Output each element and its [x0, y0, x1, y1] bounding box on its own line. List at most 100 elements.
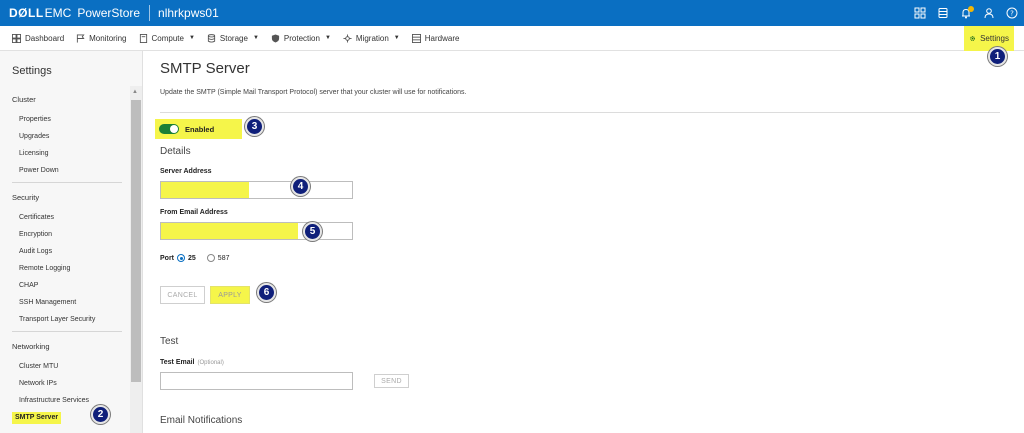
- settings-label: Settings: [980, 34, 1009, 43]
- nav-monitoring[interactable]: Monitoring: [76, 33, 127, 43]
- server-address-input[interactable]: [161, 182, 352, 198]
- sidebar-item-audit-logs[interactable]: Audit Logs: [0, 243, 130, 260]
- database-icon[interactable]: [936, 7, 949, 20]
- brand-emc-logo: EMC: [44, 6, 72, 20]
- sidebar-item-power-down[interactable]: Power Down: [0, 162, 130, 179]
- brand[interactable]: DØLL EMC PowerStore nlhrkpws01: [0, 0, 219, 26]
- sidebar-item-remote-logging[interactable]: Remote Logging: [0, 260, 130, 277]
- nav-migration[interactable]: Migration ▼: [343, 34, 400, 43]
- chevron-down-icon: ▼: [252, 35, 259, 41]
- enabled-toggle-row[interactable]: Enabled: [155, 119, 242, 139]
- top-icons: ?: [913, 0, 1018, 26]
- server-address-field[interactable]: [160, 181, 353, 199]
- sidebar-item-label: SMTP Server: [12, 412, 62, 424]
- port-587-radio[interactable]: [206, 254, 215, 262]
- nav-protection[interactable]: Protection ▼: [271, 34, 331, 43]
- sidebar-divider: [12, 182, 122, 183]
- sidebar-item-upgrades[interactable]: Upgrades: [0, 128, 130, 145]
- hardware-icon: [411, 33, 421, 43]
- test-email-label-text: Test Email: [160, 359, 195, 366]
- nav-label: Compute: [151, 33, 184, 43]
- callout-badge: 5: [303, 222, 322, 241]
- main-nav: Dashboard Monitoring Compute ▼ Storage ▼ P…: [0, 26, 1024, 51]
- callout-badge: 3: [245, 117, 264, 136]
- page-title: SMTP Server: [160, 60, 250, 77]
- callout-badge: 2: [91, 405, 110, 424]
- gear-icon: [970, 36, 975, 41]
- from-email-field[interactable]: [160, 222, 353, 240]
- callout-badge: 4: [291, 177, 310, 196]
- chevron-down-icon: ▼: [188, 35, 195, 41]
- main-content: SMTP Server Update the SMTP (Simple Mail…: [143, 51, 1024, 433]
- scroll-up-icon[interactable]: ▲: [132, 89, 138, 95]
- test-heading: Test: [160, 336, 179, 347]
- brand-divider: [149, 5, 151, 21]
- test-email-field[interactable]: [160, 372, 353, 390]
- apply-button[interactable]: APPLY: [210, 286, 250, 304]
- svg-text:?: ?: [1010, 10, 1014, 18]
- scrollbar-thumb[interactable]: [131, 100, 141, 382]
- user-icon[interactable]: [982, 7, 995, 20]
- toggle-knob: [170, 125, 178, 133]
- flag-icon: [77, 33, 85, 43]
- grid-icon[interactable]: [913, 7, 926, 20]
- storage-icon: [207, 33, 216, 43]
- test-email-input[interactable]: [161, 373, 352, 389]
- enabled-toggle[interactable]: [159, 124, 179, 134]
- shield-icon: [271, 33, 280, 43]
- port-row: Port 25 587: [160, 254, 240, 262]
- sidebar-item-infrastructure-services[interactable]: Infrastructure Services: [0, 392, 130, 409]
- sidebar-section-security: Security: [12, 193, 40, 202]
- sidebar-item-certificates[interactable]: Certificates: [0, 209, 130, 226]
- bell-icon[interactable]: [959, 5, 974, 20]
- send-button[interactable]: SEND: [374, 374, 409, 388]
- nav-label: Protection: [283, 33, 320, 43]
- server-address-label: Server Address: [160, 168, 212, 175]
- nav-storage[interactable]: Storage ▼: [207, 34, 259, 43]
- sidebar-item-chap[interactable]: CHAP: [0, 277, 130, 294]
- sidebar-item-licensing[interactable]: Licensing: [0, 145, 130, 162]
- page-description: Update the SMTP (Simple Mail Transport P…: [160, 89, 467, 96]
- port-587-label: 587: [217, 254, 230, 262]
- compute-icon: [139, 33, 147, 43]
- sidebar-item-smtp-server[interactable]: SMTP Server: [0, 409, 130, 426]
- nav-label: Monitoring: [89, 33, 127, 43]
- nav-dashboard[interactable]: Dashboard: [12, 33, 65, 43]
- nav-label: Storage: [219, 33, 248, 43]
- nav-label: Migration: [355, 33, 389, 43]
- cluster-name: nlhrkpws01: [158, 6, 219, 20]
- settings-sidebar: Settings Cluster Properties Upgrades Lic…: [0, 51, 143, 433]
- port-25-radio[interactable]: [177, 254, 185, 262]
- sidebar-item-transport-layer-security[interactable]: Transport Layer Security: [0, 311, 130, 328]
- port-25-label: 25: [188, 254, 196, 262]
- optional-hint: (Optional): [197, 360, 224, 366]
- sidebar-scrollbar[interactable]: ▲: [130, 86, 142, 433]
- product-name: PowerStore: [77, 6, 141, 20]
- sidebar-section-cluster: Cluster: [12, 95, 36, 104]
- cancel-button[interactable]: CANCEL: [160, 286, 205, 304]
- divider: [160, 112, 1000, 113]
- nav-hardware[interactable]: Hardware: [411, 33, 459, 43]
- notification-dot: [968, 5, 974, 12]
- help-icon[interactable]: ?: [1005, 7, 1018, 20]
- sidebar-section-networking: Networking: [12, 342, 50, 351]
- settings-link[interactable]: Settings: [964, 26, 1014, 51]
- nav-compute[interactable]: Compute ▼: [139, 33, 195, 43]
- migration-icon: [343, 33, 352, 43]
- dashboard-icon: [12, 33, 21, 43]
- test-email-label: Test Email (Optional): [160, 359, 224, 366]
- from-email-input[interactable]: [161, 223, 352, 239]
- sidebar-item-ssh-management[interactable]: SSH Management: [0, 294, 130, 311]
- chevron-down-icon: ▼: [393, 35, 400, 41]
- sidebar-divider: [12, 331, 122, 332]
- enabled-label: Enabled: [185, 124, 215, 134]
- sidebar-list: Cluster Properties Upgrades Licensing Po…: [0, 91, 130, 426]
- sidebar-item-properties[interactable]: Properties: [0, 111, 130, 128]
- sidebar-item-encryption[interactable]: Encryption: [0, 226, 130, 243]
- chevron-down-icon: ▼: [324, 35, 331, 41]
- port-label: Port: [160, 254, 174, 262]
- nav-label: Dashboard: [25, 33, 65, 43]
- sidebar-item-cluster-mtu[interactable]: Cluster MTU: [0, 358, 130, 375]
- sidebar-item-network-ips[interactable]: Network IPs: [0, 375, 130, 392]
- from-email-label: From Email Address: [160, 209, 228, 216]
